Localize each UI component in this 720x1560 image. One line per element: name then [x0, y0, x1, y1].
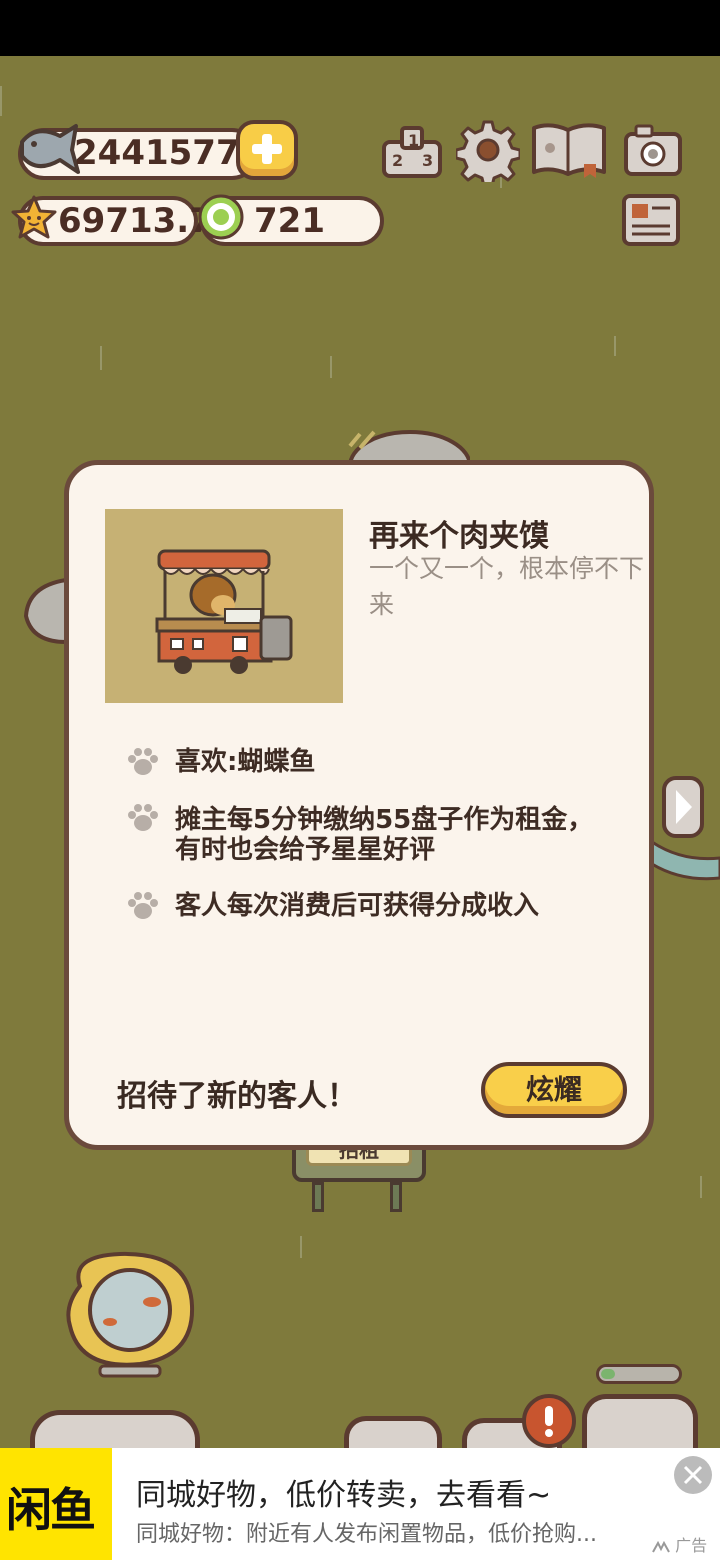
paw-icon [128, 892, 158, 919]
svg-text:3: 3 [422, 151, 433, 170]
stall-subtitle: 一个又一个，根本停不下来 [369, 554, 645, 619]
feature-rent-line2: 有时也会给予星星好评 [175, 835, 436, 865]
plus-icon [252, 134, 282, 164]
ad-tag: 广告 [652, 1532, 707, 1556]
ad-description[interactable]: 同城好物：附近有人发布闲置物品，低价抢购... [136, 1516, 597, 1548]
feature-rent-line1: 摊主每5分钟缴纳55盘子作为租金， [175, 805, 594, 835]
settings-gear-icon[interactable] [456, 118, 520, 182]
coin-count: 721 [254, 201, 325, 241]
fish-count: 2441577 [74, 133, 240, 173]
ranking-icon[interactable]: 2 1 3 [380, 122, 444, 180]
ad-network-icon [652, 1540, 670, 1552]
camera-icon[interactable] [622, 122, 684, 178]
fish-icon [20, 124, 80, 174]
paw-icon [128, 748, 158, 775]
food-cart-image [155, 549, 293, 674]
progress-bar [596, 1364, 682, 1384]
feature-income: 客人每次消费后可获得分成收入 [175, 891, 540, 921]
clipboard-button[interactable] [30, 1410, 200, 1448]
star-count: 69713.7 [58, 201, 213, 241]
chevron-right-icon [676, 790, 692, 824]
xianyu-logo: 闲鱼 [0, 1448, 112, 1560]
feature-rent: 摊主每5分钟缴纳55盘子作为租金， 有时也会给予星星好评 [175, 805, 615, 865]
rock-left [23, 577, 68, 645]
add-fish-button[interactable] [236, 120, 298, 180]
svg-text:2: 2 [392, 151, 403, 170]
svg-text:1: 1 [408, 131, 419, 150]
star-icon [11, 195, 57, 239]
next-arrow-button[interactable] [662, 776, 704, 838]
river [652, 840, 720, 881]
status-bar [0, 0, 720, 56]
close-icon [683, 1465, 703, 1485]
coin-icon [198, 194, 244, 240]
show-off-button[interactable]: 炫耀 [481, 1062, 627, 1118]
newspaper-icon[interactable] [620, 192, 682, 250]
collection-button[interactable] [582, 1394, 698, 1448]
stall-illustration [105, 509, 343, 703]
notebook-button[interactable] [344, 1416, 442, 1448]
stall-detail-dialog: 再来个肉夹馍 一个又一个，根本停不下来 喜欢:蝴蝶鱼 摊主每5分钟缴纳55盘子作… [64, 460, 654, 1150]
feature-like: 喜欢:蝴蝶鱼 [175, 747, 316, 777]
welcome-message: 招待了新的客人！ [117, 1079, 357, 1114]
ad-banner[interactable]: 闲鱼 同城好物，低价转卖，去看看~ 同城好物：附近有人发布闲置物品，低价抢购..… [0, 1448, 720, 1560]
stall-title: 再来个肉夹馍 [369, 519, 549, 554]
fishbowl-decoration[interactable] [60, 1246, 200, 1386]
alert-badge[interactable] [522, 1394, 576, 1448]
ad-close-button[interactable] [674, 1456, 712, 1494]
ad-title[interactable]: 同城好物，低价转卖，去看看~ [136, 1470, 551, 1514]
paw-icon [128, 804, 158, 831]
paw-book-icon[interactable] [530, 120, 608, 182]
exclamation-icon [545, 1406, 553, 1437]
